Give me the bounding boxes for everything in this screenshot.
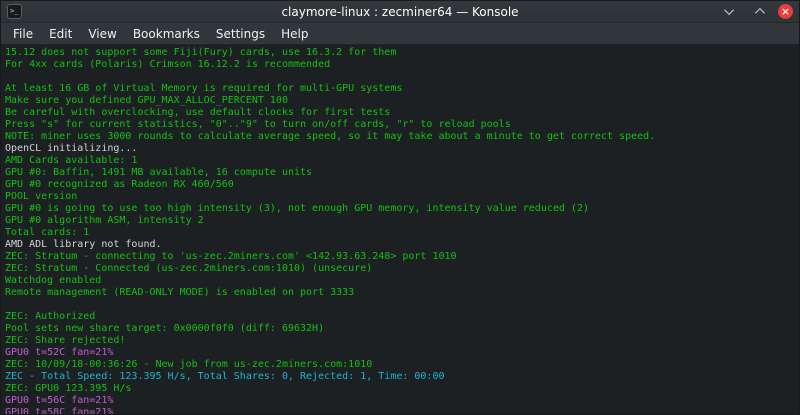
terminal-line: ZEC: Authorized	[5, 311, 96, 322]
close-icon: ×	[780, 5, 791, 18]
terminal-line: GPU #0: Baffin, 1491 MB available, 16 co…	[5, 167, 313, 178]
terminal-line: 15.12 does not support some Fiji(Fury) c…	[5, 47, 397, 58]
terminal-line: Press "s" for current statistics, "0".."…	[5, 119, 511, 130]
terminal-line: GPU #0 algorithm ASM, intensity 2	[5, 215, 204, 226]
terminal-line: AMD ADL library not found.	[5, 239, 162, 250]
terminal-line: GPU #0 is going to use too high intensit…	[5, 203, 589, 214]
maximize-button[interactable]	[750, 4, 766, 20]
terminal-line: GPU0 t=52C fan=21%	[5, 347, 114, 358]
menu-edit[interactable]: Edit	[41, 24, 80, 44]
terminal-line: Remote management (READ-ONLY MODE) is en…	[5, 287, 355, 298]
terminal-line: GPU0 t=56C fan=21%	[5, 395, 114, 406]
menu-view[interactable]: View	[80, 24, 124, 44]
terminal-line: ZEC: Stratum - connecting to 'us-zec.2mi…	[5, 251, 457, 262]
menu-settings[interactable]: Settings	[208, 24, 273, 44]
terminal-line: ZEC: GPU0 123.395 H/s	[5, 383, 132, 394]
terminal-line: OpenCL initializing...	[5, 143, 138, 154]
terminal-line: NOTE: miner uses 3000 rounds to calculat…	[5, 131, 656, 142]
menu-help[interactable]: Help	[273, 24, 316, 44]
konsole-window: >_ claymore-linux : zecminer64 — Konsole…	[0, 0, 800, 415]
terminal-line: At least 16 GB of Virtual Memory is requ…	[5, 83, 403, 94]
terminal-line: Pool sets new share target: 0x0000f0f0 (…	[5, 323, 325, 334]
menu-file[interactable]: File	[5, 24, 41, 44]
terminal-line: GPU0 t=58C fan=21%	[5, 407, 114, 414]
terminal-line: Total cards: 1	[5, 227, 90, 238]
terminal-line: ZEC - Total Speed: 123.395 H/s, Total Sh…	[5, 371, 445, 382]
terminal-line: For 4xx cards (Polaris) Crimson 16.12.2 …	[5, 59, 331, 70]
titlebar[interactable]: >_ claymore-linux : zecminer64 — Konsole…	[1, 1, 799, 23]
terminal-line: ZEC: Stratum - Connected (us-zec.2miners…	[5, 263, 373, 274]
minimize-icon	[723, 5, 734, 16]
terminal-line: Make sure you defined GPU_MAX_ALLOC_PERC…	[5, 95, 288, 106]
window-title: claymore-linux : zecminer64 — Konsole	[281, 4, 519, 19]
menu-bookmarks[interactable]: Bookmarks	[125, 24, 208, 44]
terminal-line: POOL version	[5, 191, 78, 202]
terminal-line: Watchdog enabled	[5, 275, 102, 286]
maximize-icon	[754, 7, 765, 18]
terminal-line: Be careful with overclocking, use defaul…	[5, 107, 391, 118]
terminal-line: ZEC: Share rejected!	[5, 335, 126, 346]
terminal-output[interactable]: 15.12 does not support some Fiji(Fury) c…	[1, 45, 799, 414]
menubar: File Edit View Bookmarks Settings Help	[1, 23, 799, 45]
konsole-app-icon: >_	[7, 4, 22, 19]
close-button[interactable]: ×	[778, 4, 793, 19]
terminal-line: AMD Cards available: 1	[5, 155, 138, 166]
terminal-line: ZEC: 10/09/18-00:36:26 - New job from us…	[5, 359, 373, 370]
minimize-button[interactable]	[722, 4, 738, 20]
window-controls: ×	[722, 4, 793, 20]
terminal-line: GPU #0 recognized as Radeon RX 460/560	[5, 179, 234, 190]
terminal-prompt-glyph: >_	[10, 7, 19, 15]
